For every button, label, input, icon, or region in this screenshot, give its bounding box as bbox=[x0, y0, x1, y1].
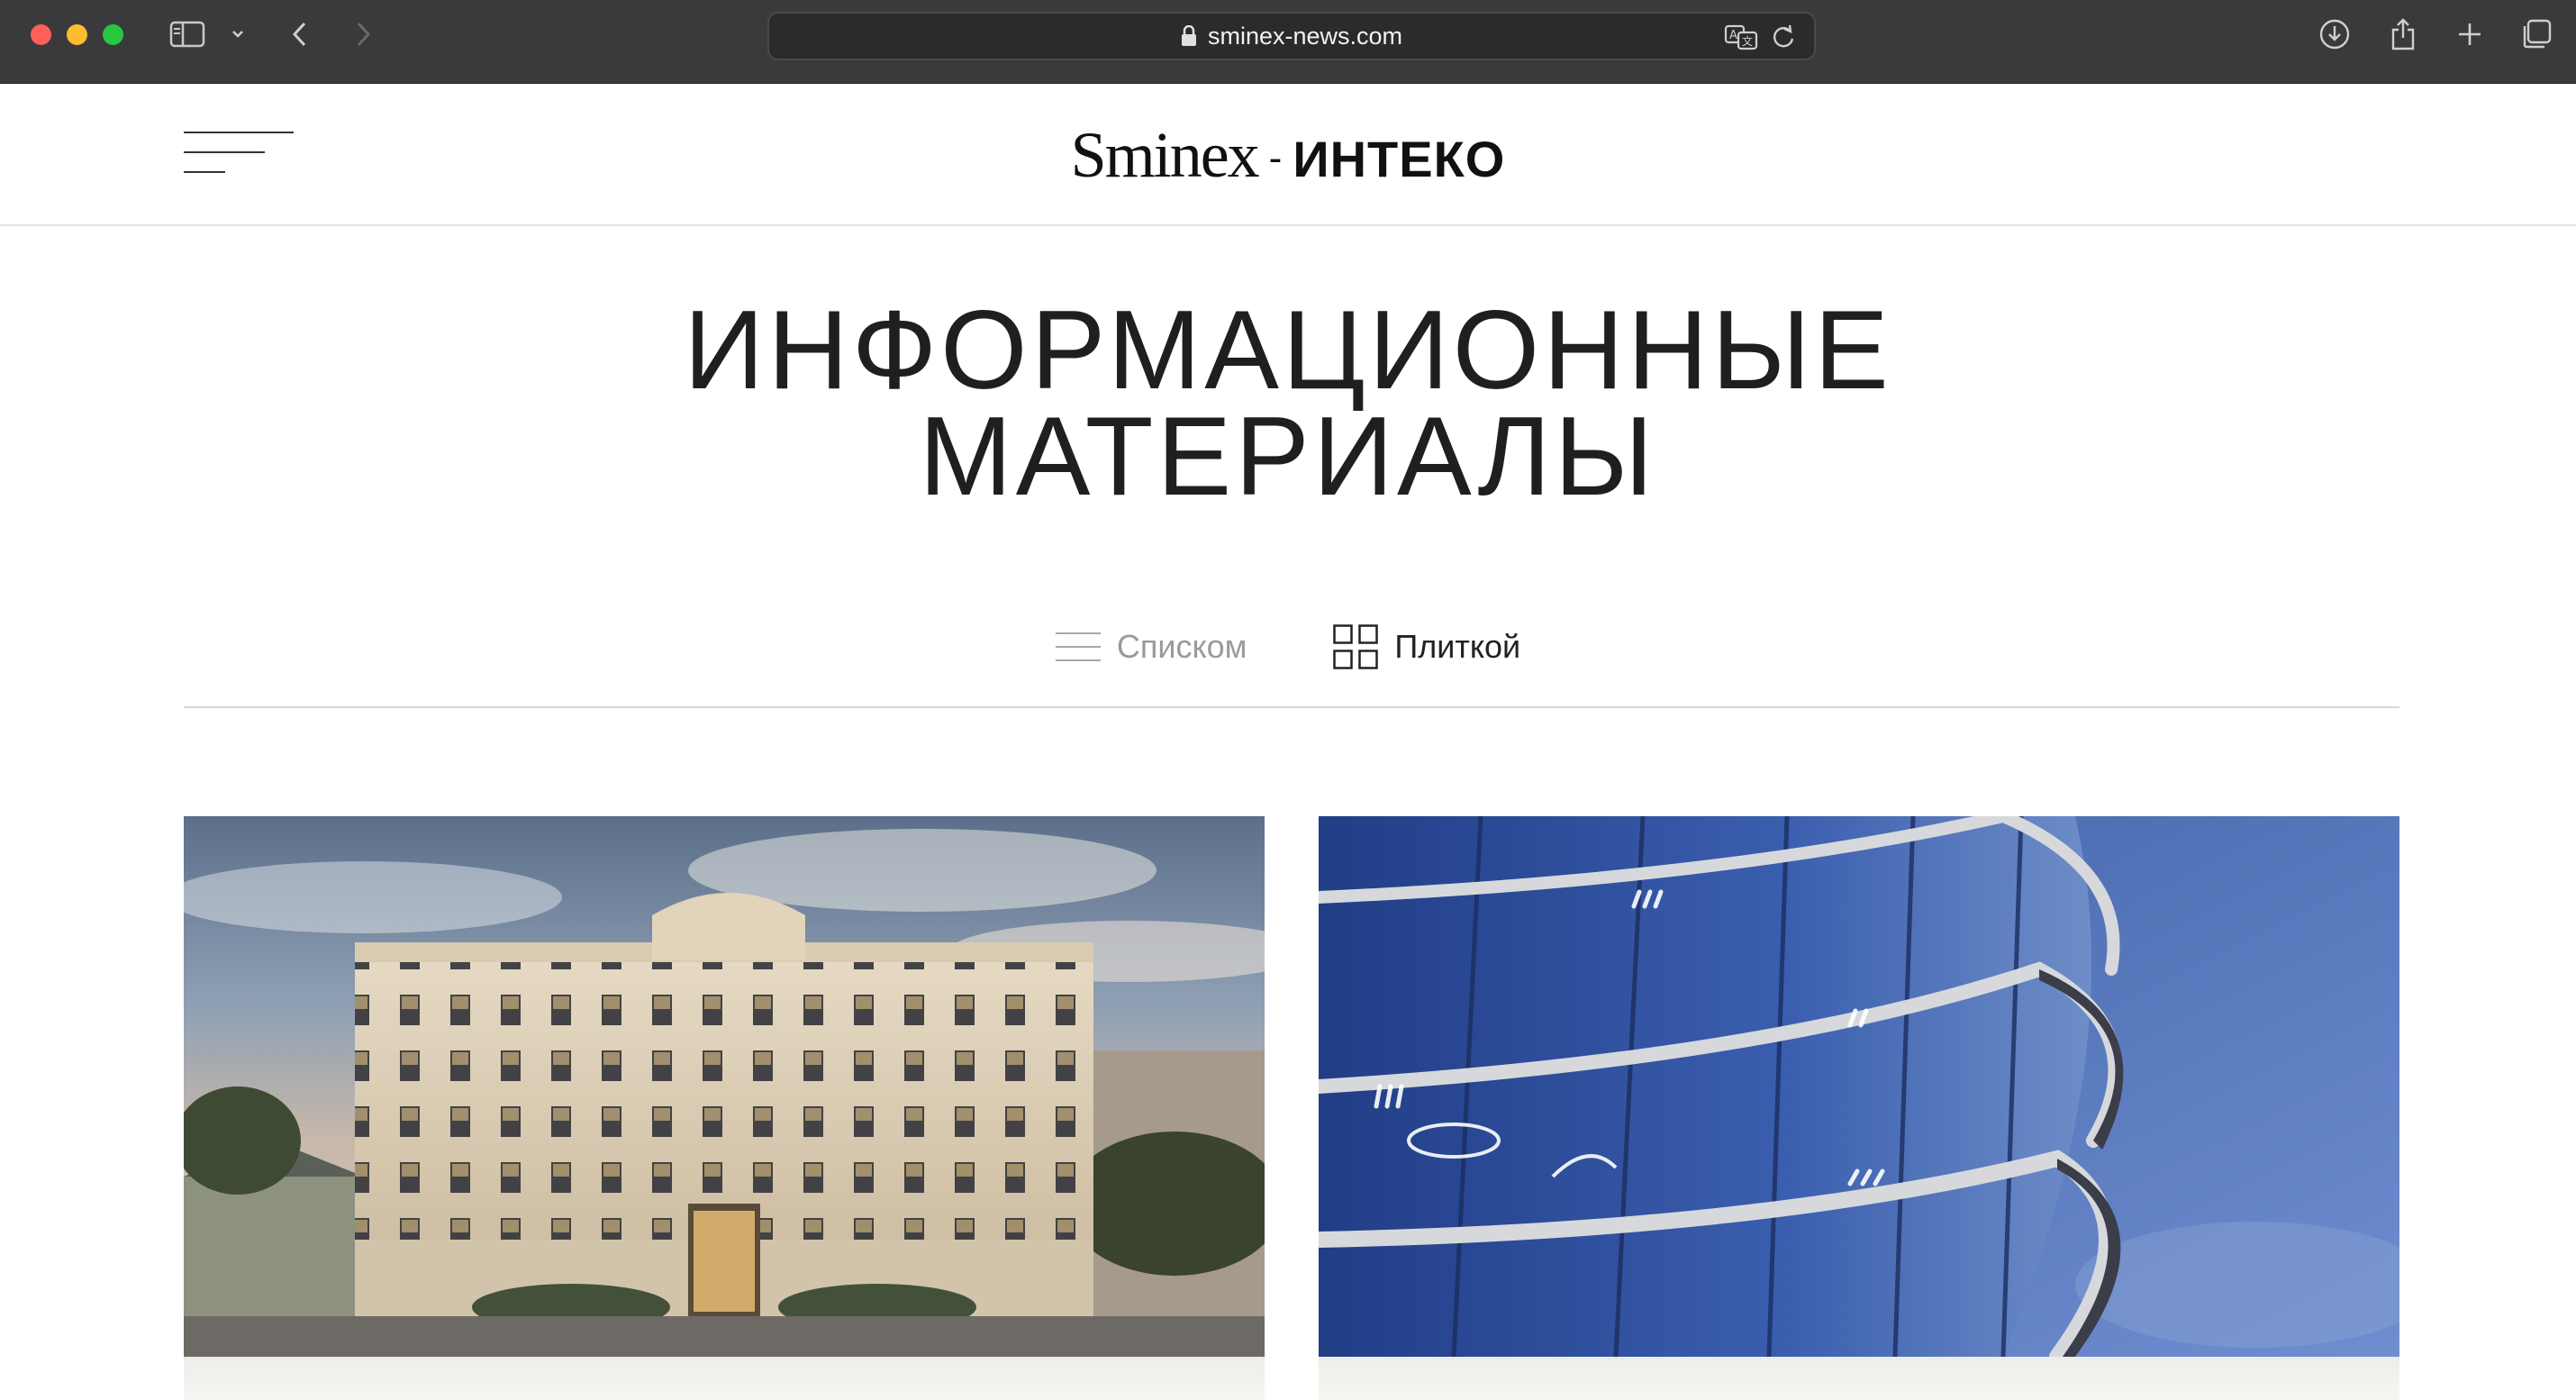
card-footer bbox=[1319, 1357, 2399, 1400]
logo-inteko: ИНТЕКО bbox=[1293, 131, 1506, 187]
card-image-glass-skyscraper bbox=[1319, 816, 2399, 1357]
news-card[interactable] bbox=[184, 816, 1265, 1400]
view-tile-button[interactable]: Плиткой bbox=[1333, 624, 1520, 669]
page-title-line-1: ИНФОРМАЦИОННЫЕ bbox=[684, 288, 1892, 413]
address-bar[interactable]: sminex-news.com A文 bbox=[767, 12, 1816, 60]
view-list-button[interactable]: Списком bbox=[1055, 628, 1247, 666]
back-icon[interactable] bbox=[286, 16, 313, 52]
sidebar-icon[interactable] bbox=[168, 16, 207, 52]
translate-icon[interactable]: A文 bbox=[1724, 23, 1758, 50]
grid-view-icon bbox=[1333, 624, 1379, 669]
card-image-classical-building bbox=[184, 816, 1265, 1357]
chevron-down-icon[interactable] bbox=[227, 16, 249, 52]
forward-icon[interactable] bbox=[349, 16, 376, 52]
browser-toolbar: sminex-news.com A文 bbox=[0, 0, 2576, 84]
card-footer bbox=[184, 1357, 1265, 1400]
reload-icon[interactable] bbox=[1771, 23, 1796, 50]
view-toggle: Списком Плиткой bbox=[0, 622, 2576, 672]
svg-text:A: A bbox=[1729, 29, 1737, 42]
page-title-line-2: МАТЕРИАЛЫ bbox=[919, 395, 1657, 519]
zoom-window-button[interactable] bbox=[103, 24, 123, 45]
download-icon[interactable] bbox=[2317, 16, 2353, 52]
minimize-window-button[interactable] bbox=[67, 24, 87, 45]
url-text: sminex-news.com bbox=[1207, 22, 1403, 50]
share-icon[interactable] bbox=[2385, 16, 2421, 52]
page-title: ИНФОРМАЦИОННЫЕ МАТЕРИАЛЫ bbox=[0, 288, 2576, 519]
list-view-icon bbox=[1055, 632, 1101, 661]
news-card[interactable] bbox=[1319, 816, 2399, 1400]
site-logo[interactable]: Sminex - ИНТЕКО bbox=[0, 118, 2576, 193]
view-tile-label: Плиткой bbox=[1394, 628, 1521, 665]
site-header: Sminex - ИНТЕКО bbox=[0, 84, 2576, 226]
tabs-overview-icon[interactable] bbox=[2518, 16, 2554, 52]
view-list-label: Списком bbox=[1116, 628, 1247, 665]
logo-sminex: Sminex bbox=[1070, 119, 1260, 191]
new-tab-icon[interactable] bbox=[2452, 16, 2488, 52]
toggle-divider bbox=[184, 706, 2399, 708]
svg-text:文: 文 bbox=[1742, 34, 1753, 48]
close-window-button[interactable] bbox=[31, 24, 51, 45]
logo-separator: - bbox=[1268, 136, 1283, 180]
lock-icon bbox=[1181, 25, 1196, 46]
